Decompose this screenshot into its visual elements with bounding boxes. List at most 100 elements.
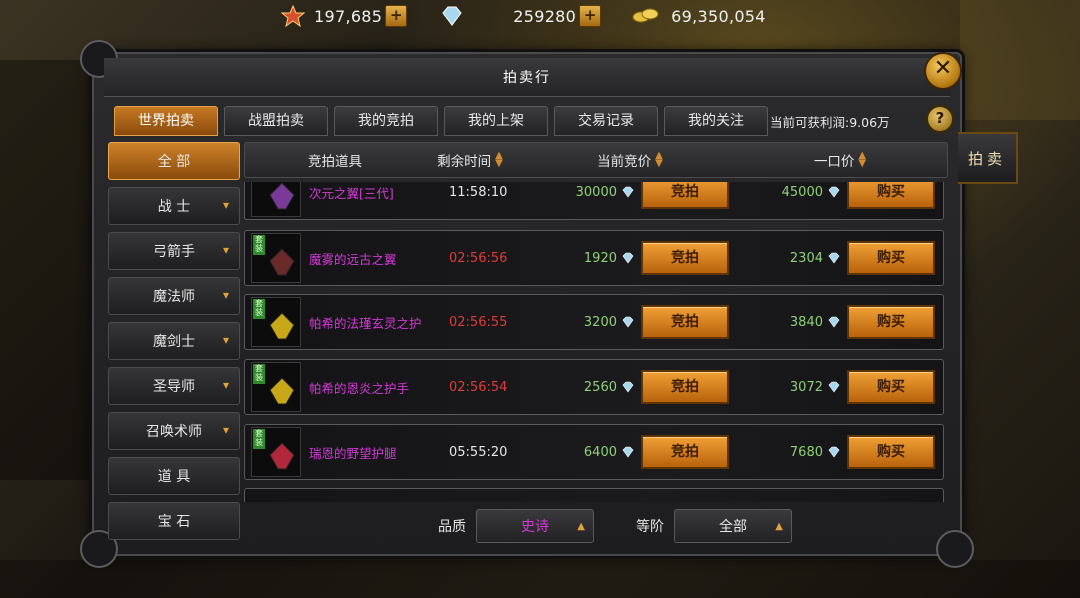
item-name: 魔雾的远古之翼: [309, 251, 397, 267]
bid-button[interactable]: 竞拍: [641, 305, 729, 339]
sidebar-item-magic-swordsman[interactable]: 魔剑士 ▾: [108, 322, 240, 360]
current-bid: 30000: [575, 184, 617, 200]
table-row[interactable]: 套装 帕希的法瑾玄灵之护 02:56:55 3200 竞拍 3840 购买: [244, 294, 944, 350]
header-buyout-label: 一口价: [813, 154, 855, 170]
medal-icon: [280, 4, 306, 28]
currency-diamond: 259280 +: [439, 5, 602, 27]
diamond-icon: [828, 186, 840, 198]
tab-my-listings[interactable]: 我的上架: [444, 106, 548, 136]
help-button[interactable]: ?: [926, 105, 954, 133]
sidebar-item-archer[interactable]: 弓箭手 ▾: [108, 232, 240, 270]
buyout-price: 3072: [789, 379, 823, 395]
diamond-icon: [622, 316, 634, 328]
table-row[interactable]: 套装 帕希的恩炎之护手 02:56:54 2560 竞拍 3072 购买: [244, 359, 944, 415]
item-thumbnail[interactable]: 套装: [251, 362, 301, 412]
diamond-icon: [622, 252, 634, 264]
sidebar-item-summoner[interactable]: 召唤术师 ▾: [108, 412, 240, 450]
table-row[interactable]: 套装 魔雾的远古之翼 02:56:56 1920 竞拍 2304 购买: [244, 230, 944, 286]
item-thumbnail[interactable]: 套装: [251, 297, 301, 347]
sidebar-item-label: 道 具: [157, 469, 191, 485]
table-header: 竞拍道具 剩余时间 ▲ ▼ 当前竞价 ▲ ▼ 一口价 ▲ ▼: [244, 142, 948, 178]
header-buyout-sort[interactable]: 一口价 ▲ ▼: [745, 150, 935, 171]
item-thumbnail[interactable]: 套装: [251, 427, 301, 477]
add-medal-button[interactable]: +: [385, 5, 408, 27]
sidebar-item-label: 宝 石: [157, 514, 191, 530]
buyout-price: 3840: [789, 314, 823, 330]
item-name: 帕希的法瑾玄灵之护: [309, 315, 422, 331]
sidebar-item-warrior[interactable]: 战 士 ▾: [108, 187, 240, 225]
window-title: 拍卖行: [503, 70, 551, 86]
gold-amount: 69,350,054: [671, 6, 766, 26]
add-diamond-button[interactable]: +: [579, 5, 602, 27]
sidebar-item-all[interactable]: 全 部: [108, 142, 240, 180]
auction-side-button[interactable]: 拍卖: [958, 132, 1018, 184]
bid-button[interactable]: 竞拍: [641, 435, 729, 469]
diamond-amount: 259280: [513, 6, 577, 26]
remaining-time: 02:56:56: [449, 250, 508, 266]
bid-button[interactable]: 竞拍: [641, 182, 729, 209]
buy-button[interactable]: 购买: [847, 305, 935, 339]
remaining-time: 05:55:20: [449, 444, 508, 460]
set-badge: 套装: [253, 299, 265, 319]
diamond-icon: [828, 316, 840, 328]
header-time-label: 剩余时间: [437, 154, 492, 170]
table-row[interactable]: [244, 488, 944, 502]
buy-button[interactable]: 购买: [847, 435, 935, 469]
current-bid: 6400: [583, 444, 617, 460]
table-row[interactable]: 套装 瑞恩的野望护腿 05:55:20 6400 竞拍 7680 购买: [244, 424, 944, 480]
sidebar-item-lord[interactable]: 圣导师 ▾: [108, 367, 240, 405]
item-icon: [269, 182, 295, 210]
buyout-price: 45000: [781, 184, 823, 200]
tab-my-bids[interactable]: 我的竞拍: [334, 106, 438, 136]
diamond-icon: [828, 252, 840, 264]
medal-amount: 197,685: [314, 6, 383, 26]
diamond-icon: [828, 381, 840, 393]
chevron-down-icon: ▾: [222, 423, 229, 437]
tab-my-watchlist[interactable]: 我的关注: [664, 106, 768, 136]
buyout-price: 7680: [789, 444, 823, 460]
sidebar-item-label: 全 部: [157, 154, 191, 170]
caret-up-icon: ▲: [775, 520, 783, 532]
chevron-down-icon: ▾: [222, 333, 229, 347]
sidebar-item-mage[interactable]: 魔法师 ▾: [108, 277, 240, 315]
bid-button[interactable]: 竞拍: [641, 370, 729, 404]
tier-label: 等阶: [636, 519, 664, 535]
sidebar-item-gems[interactable]: 宝 石: [108, 502, 240, 540]
item-icon: [269, 312, 295, 340]
caret-up-icon: ▲: [577, 520, 585, 532]
bid-button[interactable]: 竞拍: [641, 241, 729, 275]
header-item: 竞拍道具: [245, 150, 425, 170]
available-profit-label: 当前可获利润:9.06万: [770, 115, 890, 130]
set-badge: 套装: [253, 235, 265, 255]
quality-value: 史诗: [521, 519, 549, 535]
header-bid-sort[interactable]: 当前竞价 ▲ ▼: [515, 150, 745, 171]
buy-button[interactable]: 购买: [847, 182, 935, 209]
quality-dropdown[interactable]: 史诗 ▲: [476, 509, 594, 543]
auction-rows[interactable]: 次元之翼[三代] 11:58:10 30000 竞拍 45000 购买 套装 魔雾的远古之翼 0…: [244, 182, 948, 502]
sort-icon: ▲ ▼: [655, 150, 663, 169]
currency-gold: 69,350,054: [631, 5, 766, 27]
header-time-sort[interactable]: 剩余时间 ▲ ▼: [425, 150, 515, 171]
tab-guild-auction[interactable]: 战盟拍卖: [224, 106, 328, 136]
item-thumbnail[interactable]: [251, 182, 301, 217]
buyout-price: 2304: [789, 250, 823, 266]
chevron-down-icon: ▾: [222, 243, 229, 257]
currency-medal: 197,685 +: [280, 4, 408, 28]
diamond-icon: [439, 5, 465, 27]
close-button[interactable]: ✕: [924, 52, 962, 90]
help-icon: ?: [935, 109, 945, 127]
buy-button[interactable]: 购买: [847, 370, 935, 404]
tab-trade-history[interactable]: 交易记录: [554, 106, 658, 136]
sidebar-item-label: 弓箭手: [153, 244, 195, 260]
tab-world-auction[interactable]: 世界拍卖: [114, 106, 218, 136]
item-thumbnail[interactable]: 套装: [251, 233, 301, 283]
table-row[interactable]: 次元之翼[三代] 11:58:10 30000 竞拍 45000 购买: [244, 182, 944, 220]
auction-tabs: 世界拍卖 战盟拍卖 我的竞拍 我的上架 交易记录 我的关注: [114, 106, 768, 136]
remaining-time: 11:58:10: [449, 184, 508, 200]
sidebar-item-label: 圣导师: [153, 379, 195, 395]
diamond-icon: [622, 381, 634, 393]
tier-dropdown[interactable]: 全部 ▲: [674, 509, 792, 543]
buy-button[interactable]: 购买: [847, 241, 935, 275]
sidebar-item-items[interactable]: 道 具: [108, 457, 240, 495]
remaining-time: 02:56:54: [449, 379, 508, 395]
